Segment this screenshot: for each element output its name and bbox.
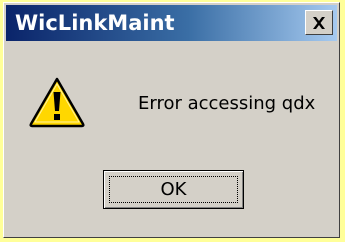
- error-message: Error accessing qdx: [138, 93, 316, 114]
- close-icon: [313, 16, 325, 29]
- ok-button-label: OK: [160, 179, 187, 200]
- close-button[interactable]: [305, 10, 333, 35]
- title-bar[interactable]: WicLinkMaint: [6, 5, 337, 41]
- error-dialog: WicLinkMaint Error accessing qdx OK: [3, 2, 340, 238]
- ok-button[interactable]: OK: [103, 170, 244, 209]
- window-title: WicLinkMaint: [15, 11, 175, 35]
- warning-icon: [29, 77, 85, 128]
